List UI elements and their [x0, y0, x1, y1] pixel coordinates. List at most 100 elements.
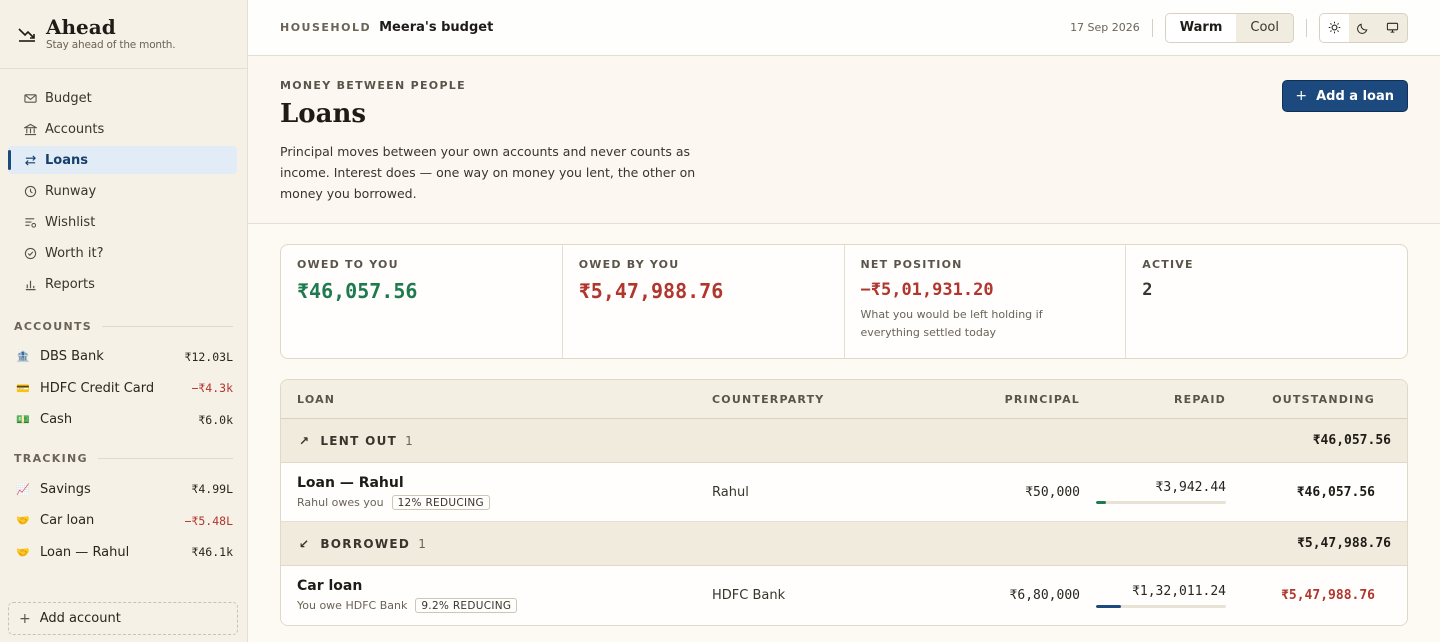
- section-title-text: TRACKING: [14, 452, 88, 465]
- household-label: HOUSEHOLD: [280, 21, 372, 34]
- nav-item-label: Reports: [45, 276, 95, 292]
- monitor-icon[interactable]: [1378, 14, 1407, 42]
- stat-owed-to-you: OWED TO YOU ₹46,057.56: [281, 245, 563, 358]
- tracking-row-loan-rahul[interactable]: 🤝 Loan — Rahul ₹46.1k: [0, 537, 247, 569]
- arrow-down-left-icon: ↙: [299, 536, 311, 551]
- table-row[interactable]: Car loan You owe HDFC Bank 9.2% REDUCING…: [281, 566, 1407, 625]
- arrow-up-right-icon: ↗: [299, 433, 311, 448]
- nav-item-label: Accounts: [45, 121, 105, 137]
- divider: [1151, 18, 1153, 37]
- trend-down-icon: [18, 28, 35, 42]
- counterparty: Rahul: [712, 484, 749, 500]
- nav-item-label: Loans: [45, 152, 88, 168]
- column-header-loan[interactable]: LOAN: [281, 393, 712, 406]
- page-title: Loans: [280, 99, 367, 129]
- add-loan-label: Add a loan: [1316, 88, 1394, 104]
- table-header: LOAN COUNTERPARTY PRINCIPAL REPAID OUTST…: [281, 380, 1407, 419]
- accounts-list: 🏦 DBS Bank ₹12.03L 💳 HDFC Credit Card −₹…: [0, 341, 247, 436]
- interest-chip: 12% REDUCING: [391, 494, 490, 510]
- nav-item-budget[interactable]: Budget: [8, 84, 237, 112]
- nav-item-loans[interactable]: Loans: [8, 146, 237, 174]
- topbar: HOUSEHOLD Meera's budget 17 Sep 2026 War…: [248, 0, 1440, 56]
- group-row-lent-out[interactable]: ↗ LENT OUT 1 ₹46,057.56: [281, 419, 1407, 463]
- handshake-emoji-icon: 🤝: [16, 545, 30, 559]
- mode-switcher: [1319, 12, 1408, 43]
- column-header-repaid[interactable]: REPAID: [1080, 393, 1226, 406]
- group-row-borrowed[interactable]: ↙ BORROWED 1 ₹5,47,988.76: [281, 522, 1407, 566]
- brand: Ahead Stay ahead of the month.: [0, 0, 247, 69]
- accounts-section-title: ACCOUNTS: [0, 318, 247, 334]
- stat-label: OWED BY YOU: [578, 258, 680, 271]
- stat-owed-by-you: OWED BY YOU ₹5,47,988.76: [563, 245, 845, 358]
- repaid-progress-bar: [1096, 501, 1226, 504]
- account-row-cash[interactable]: 💵 Cash ₹6.0k: [0, 404, 247, 436]
- bank-emoji-icon: 🏦: [16, 350, 30, 364]
- nav-item-label: Wishlist: [45, 214, 96, 230]
- stat-note: What you would be left holding if everyt…: [860, 308, 1043, 339]
- nav-item-label: Runway: [45, 183, 97, 199]
- mail-icon: [23, 91, 37, 105]
- column-header-outstanding[interactable]: OUTSTANDING: [1226, 393, 1391, 406]
- tracking-row-car-loan[interactable]: 🤝 Car loan −₹5.48L: [0, 505, 247, 537]
- sidebar: Ahead Stay ahead of the month. Budget Ac…: [0, 0, 248, 642]
- sun-icon[interactable]: [1320, 13, 1349, 42]
- page-intro: Principal moves between your own account…: [280, 144, 696, 201]
- stat-value: −₹5,01,931.20: [860, 280, 994, 300]
- stat-value: ₹5,47,988.76: [578, 279, 724, 303]
- plus-icon: +: [19, 610, 31, 627]
- group-label: LENT OUT: [320, 433, 398, 448]
- add-loan-button[interactable]: + Add a loan: [1282, 80, 1408, 112]
- theme-switcher: Warm Cool: [1164, 12, 1294, 43]
- theme-warm-option[interactable]: Warm: [1165, 13, 1237, 42]
- account-row-hdfc-credit-card[interactable]: 💳 HDFC Credit Card −₹4.3k: [0, 373, 247, 405]
- check-circle-icon: [23, 246, 37, 260]
- summary-stats: OWED TO YOU ₹46,057.56 OWED BY YOU ₹5,47…: [280, 244, 1408, 359]
- nav-item-reports[interactable]: Reports: [8, 270, 237, 298]
- account-row-dbs-bank[interactable]: 🏦 DBS Bank ₹12.03L: [0, 341, 247, 373]
- clock-icon: [23, 184, 37, 198]
- transfer-icon: [23, 153, 37, 167]
- theme-cool-option[interactable]: Cool: [1236, 14, 1293, 42]
- principal: ₹50,000: [1025, 484, 1080, 500]
- repaid-progress-fill: [1096, 501, 1107, 504]
- outstanding-amount: ₹46,057.56: [1296, 484, 1375, 500]
- budget-name[interactable]: Meera's budget: [379, 20, 493, 35]
- plus-icon: +: [1295, 88, 1308, 104]
- repaid-progress-bar: [1096, 604, 1226, 608]
- moon-icon[interactable]: [1349, 14, 1378, 42]
- nav-item-runway[interactable]: Runway: [8, 177, 237, 205]
- principal: ₹6,80,000: [1009, 588, 1080, 603]
- loan-subtitle: Rahul owes you: [297, 495, 384, 509]
- table-row[interactable]: Loan — Rahul Rahul owes you 12% REDUCING…: [281, 463, 1407, 522]
- nav-item-worth-it[interactable]: Worth it?: [8, 239, 237, 267]
- group-total: ₹46,057.56: [1312, 433, 1391, 448]
- group-total: ₹5,47,988.76: [1297, 536, 1391, 551]
- group-count: 1: [418, 536, 428, 551]
- page-eyebrow: MONEY BETWEEN PEOPLE: [280, 79, 466, 92]
- loans-table: LOAN COUNTERPARTY PRINCIPAL REPAID OUTST…: [280, 379, 1408, 626]
- tracking-list: 📈 Savings ₹4.99L 🤝 Car loan −₹5.48L 🤝 Lo…: [0, 474, 247, 569]
- tracking-balance: −₹5.48L: [184, 513, 233, 528]
- stat-value: 2: [1142, 280, 1153, 300]
- main-nav: Budget Accounts Loans Runway Wishlist Wo…: [0, 69, 247, 298]
- tracking-name: Loan — Rahul: [40, 544, 130, 560]
- tracking-section-title: TRACKING: [0, 451, 247, 467]
- nav-item-accounts[interactable]: Accounts: [8, 115, 237, 143]
- add-account-button[interactable]: + Add account: [8, 602, 238, 635]
- divider: [1306, 18, 1307, 37]
- account-balance: −₹4.3k: [191, 381, 233, 396]
- column-header-counterparty[interactable]: COUNTERPARTY: [712, 393, 942, 406]
- repaid-amount: ₹1,32,011.24: [1132, 583, 1226, 599]
- repaid-progress-fill: [1096, 604, 1122, 608]
- chart-up-emoji-icon: 📈: [16, 482, 30, 496]
- nav-item-wishlist[interactable]: Wishlist: [8, 208, 237, 236]
- column-header-principal[interactable]: PRINCIPAL: [942, 393, 1080, 406]
- nav-item-label: Worth it?: [45, 245, 104, 261]
- account-name: HDFC Credit Card: [40, 380, 155, 396]
- stat-value: ₹46,057.56: [297, 279, 418, 303]
- stat-label: OWED TO YOU: [297, 258, 399, 271]
- account-balance: ₹12.03L: [184, 349, 233, 364]
- tracking-row-savings[interactable]: 📈 Savings ₹4.99L: [0, 474, 247, 506]
- group-label: BORROWED: [320, 536, 411, 551]
- tracking-balance: ₹4.99L: [191, 482, 233, 497]
